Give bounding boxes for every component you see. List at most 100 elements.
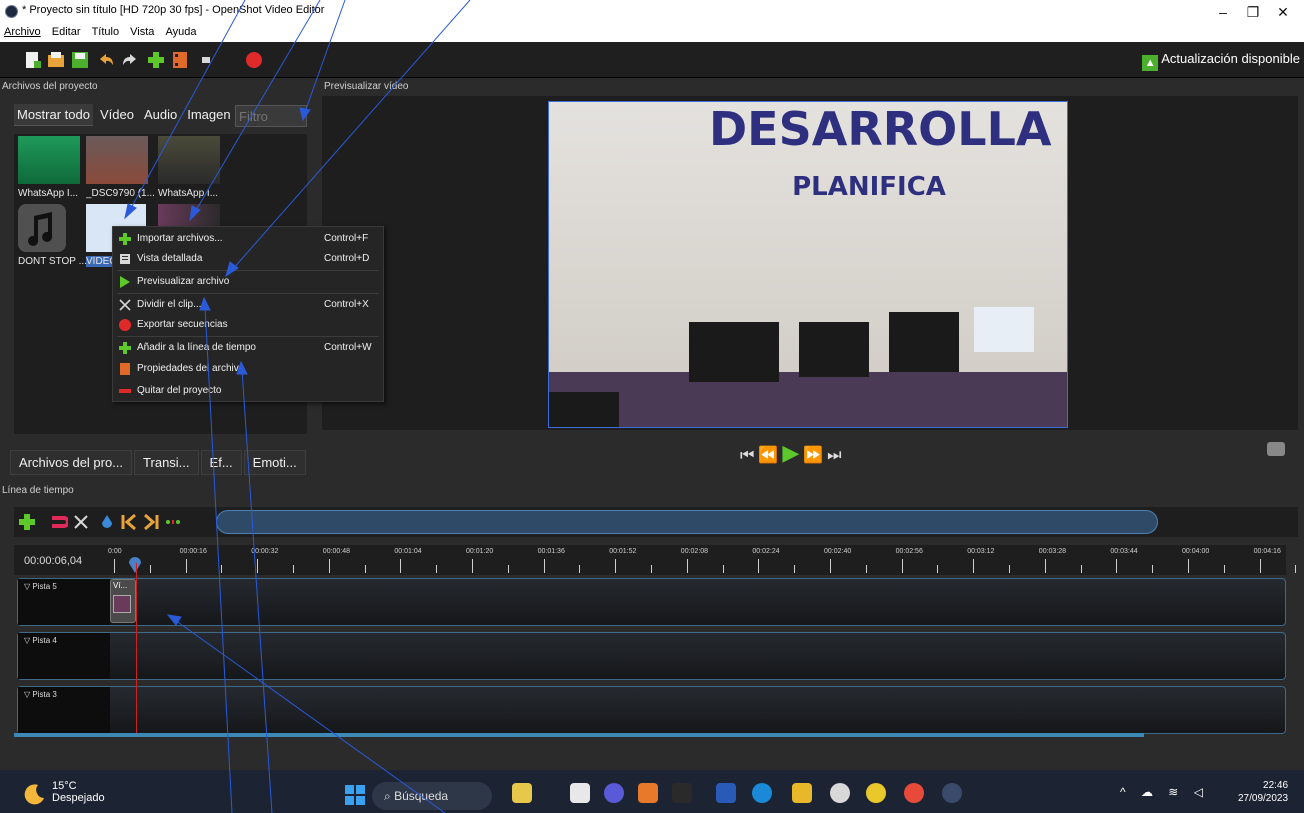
tab-video[interactable]: Vídeo	[97, 104, 137, 125]
ruler-tick-label: 00:00:48	[322, 548, 351, 555]
timeline-ruler[interactable]: 00:00:06,04 0:00 00:00:16 00:00:32 00:00:48…	[14, 545, 1297, 575]
file-thumbnail[interactable]	[158, 136, 220, 184]
save-project-icon[interactable]	[70, 50, 90, 70]
taskbar-search[interactable]: ⌕ Búsqueda	[372, 782, 492, 810]
ruler-tick-line	[686, 559, 688, 573]
ruler-tick-label: 00:01:36	[537, 548, 565, 555]
timeline-clip[interactable]: Ví...	[110, 579, 136, 623]
filter-input[interactable]	[235, 105, 307, 127]
menu-item-split-clip[interactable]: Dividir el clip... Control+X	[113, 295, 383, 315]
file-explorer-icon[interactable]	[792, 783, 812, 803]
previous-marker-icon[interactable]	[120, 513, 138, 531]
maximize-button[interactable]: ❐	[1238, 2, 1268, 22]
task-view-icon[interactable]	[570, 783, 590, 803]
copilot-icon[interactable]	[512, 783, 532, 803]
clock-time: 22:46	[1263, 780, 1289, 791]
tab-emojis[interactable]: Emoti...	[243, 450, 306, 475]
menu-item-export-sequences[interactable]: Exportar secuencias	[113, 315, 383, 335]
edge-icon[interactable]	[752, 783, 772, 803]
word-icon[interactable]	[716, 783, 736, 803]
timeline-horizontal-scrollbar[interactable]	[14, 733, 1144, 737]
undo-icon[interactable]	[96, 50, 116, 70]
timeline-zoom-scrollbar[interactable]	[216, 510, 1158, 534]
import-files-icon[interactable]	[146, 50, 166, 70]
add-marker-icon[interactable]	[98, 513, 116, 531]
audio-file-thumbnail[interactable]	[18, 204, 66, 252]
menu-item-preview-file[interactable]: Previsualizar archivo	[113, 272, 383, 292]
plus-icon	[119, 233, 131, 245]
add-track-icon[interactable]	[18, 513, 36, 531]
openshot-taskbar-icon[interactable]	[942, 783, 962, 803]
weather-widget[interactable]: 15°C Despejado	[52, 780, 105, 804]
menu-archivo[interactable]: Archivo	[0, 24, 45, 38]
file-thumbnail[interactable]	[18, 136, 80, 184]
track-pista-5[interactable]: ▽ Pista 5	[17, 578, 1286, 626]
media-app-icon[interactable]	[638, 783, 658, 803]
tab-transitions[interactable]: Transi...	[134, 450, 199, 475]
menu-titulo[interactable]: Título	[88, 24, 124, 38]
ruler-tick-label: 00:00:32	[251, 548, 279, 555]
taskbar-clock[interactable]: 22:46 27/09/2023	[1238, 779, 1288, 805]
playhead-handle-icon[interactable]	[128, 554, 142, 574]
snapping-icon[interactable]	[50, 513, 68, 531]
profile-icon[interactable]	[170, 50, 190, 70]
minimize-button[interactable]: –	[1208, 2, 1238, 22]
menu-item-import-files[interactable]: Importar archivos... Control+F	[113, 229, 383, 249]
window-title: * Proyecto sin título [HD 720p 30 fps] -…	[22, 4, 325, 16]
file-thumbnail[interactable]	[86, 136, 148, 184]
ruler-tick-line	[1044, 559, 1046, 573]
center-playhead-icon[interactable]	[164, 513, 182, 531]
jump-start-button[interactable]: ⏮	[740, 447, 758, 464]
preview-frame[interactable]: DESARROLLA PLANIFICA	[548, 101, 1068, 428]
open-project-icon[interactable]	[46, 50, 66, 70]
tab-show-all[interactable]: Mostrar todo	[14, 104, 93, 126]
menu-editar[interactable]: Editar	[48, 24, 85, 38]
menu-item-detail-view[interactable]: Vista detallada Control+D	[113, 249, 383, 269]
menu-vista[interactable]: Vista	[126, 24, 158, 38]
menu-item-remove-from-project[interactable]: Quitar del proyecto	[113, 381, 383, 401]
fullscreen-icon[interactable]	[196, 50, 216, 70]
ruler-minor-tick	[579, 565, 581, 573]
redo-icon[interactable]	[120, 50, 140, 70]
track-label: ▽ Pista 5	[18, 579, 110, 625]
tab-image[interactable]: Imagen	[184, 104, 233, 125]
ruler-tick-line	[185, 559, 187, 573]
track-pista-3[interactable]: ▽ Pista 3	[17, 686, 1286, 734]
menu-item-file-properties[interactable]: Propiedades del archivo	[113, 359, 383, 379]
jump-end-button[interactable]: ⏭	[827, 447, 845, 464]
play-button[interactable]: ▶	[782, 440, 803, 465]
menu-ayuda[interactable]: Ayuda	[161, 24, 200, 38]
tab-audio[interactable]: Audio	[141, 104, 180, 125]
chrome-icon[interactable]	[904, 783, 924, 803]
camera-icon[interactable]	[1267, 442, 1285, 456]
ruler-minor-tick	[865, 565, 867, 573]
export-video-icon[interactable]	[244, 50, 264, 70]
next-marker-icon[interactable]	[142, 513, 160, 531]
app-icon[interactable]	[830, 783, 850, 803]
clip-label: Ví...	[113, 581, 128, 590]
ruler-minor-tick	[1152, 565, 1154, 573]
ruler-minor-tick	[221, 565, 223, 573]
app-icon[interactable]	[672, 783, 692, 803]
tab-effects[interactable]: Ef...	[200, 450, 242, 475]
ruler-minor-tick	[293, 565, 294, 573]
system-tray[interactable]: ^ ☁ ≋ ◁	[1120, 785, 1209, 799]
rewind-button[interactable]: ⏪	[758, 447, 782, 464]
ruler-tick-line	[543, 559, 545, 573]
razor-icon[interactable]	[72, 513, 90, 531]
fast-forward-button[interactable]: ⏩	[803, 447, 827, 464]
scissors-icon	[119, 299, 131, 311]
menu-bar: Archivo Editar Título Vista Ayuda	[0, 24, 1304, 42]
update-available-button[interactable]: ▲ Actualización disponible	[1142, 51, 1300, 71]
tab-project-files[interactable]: Archivos del pro...	[10, 450, 133, 475]
playback-controls: ⏮⏪▶⏩⏭	[740, 440, 880, 465]
chat-icon[interactable]	[604, 783, 624, 803]
weather-moon-icon[interactable]	[22, 782, 46, 806]
track-pista-4[interactable]: ▽ Pista 4	[17, 632, 1286, 680]
chrome-icon[interactable]	[866, 783, 886, 803]
windows-start-icon[interactable]	[344, 784, 366, 806]
new-project-icon[interactable]	[22, 50, 42, 70]
menu-item-add-to-timeline[interactable]: Añadir a la línea de tiempo Control+W	[113, 338, 383, 358]
plus-icon	[119, 342, 131, 354]
close-button[interactable]: ✕	[1268, 2, 1298, 22]
